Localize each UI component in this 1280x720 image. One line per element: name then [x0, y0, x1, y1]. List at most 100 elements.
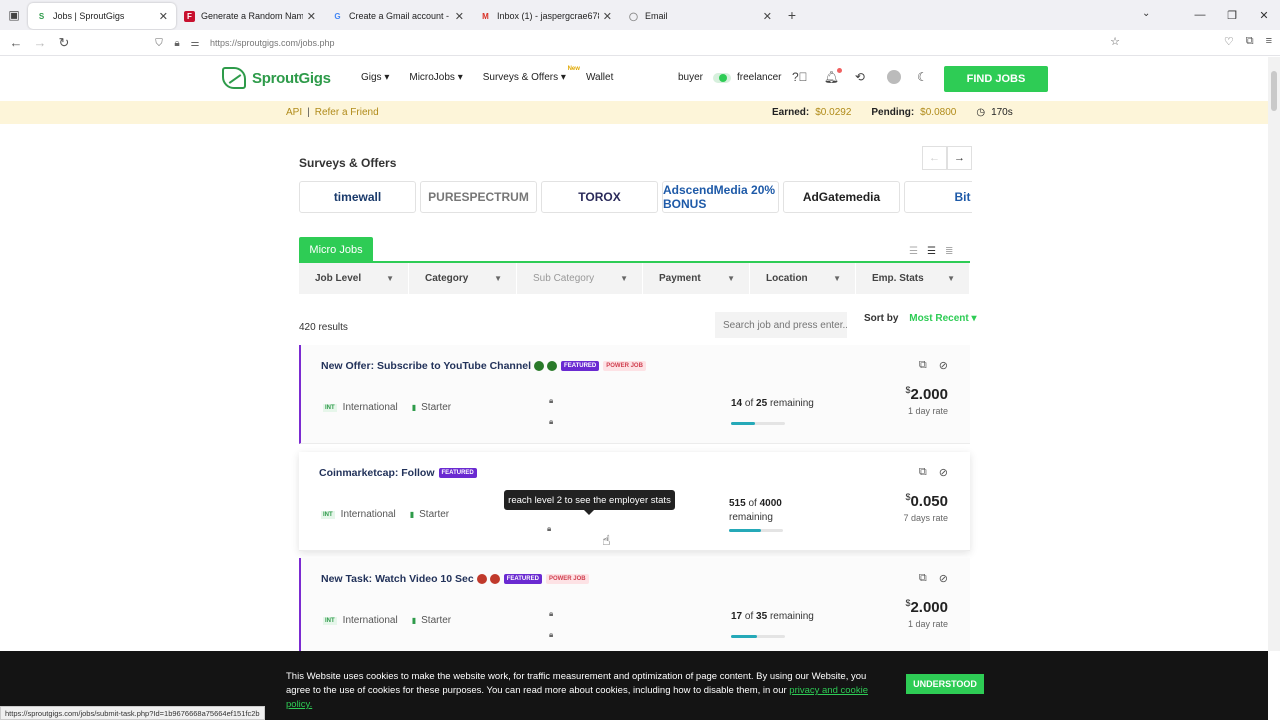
role-toggle[interactable]	[713, 72, 732, 83]
nav-item[interactable]: Wallet	[586, 72, 613, 83]
browser-tab[interactable]: ◯ Email ✕	[620, 3, 780, 29]
location-tag: INT	[321, 510, 335, 519]
open-external-icon[interactable]: ⧉	[919, 359, 927, 372]
results-count: 420 results	[299, 322, 348, 333]
forward-icon[interactable]: →	[28, 35, 52, 50]
progress-bar	[729, 529, 783, 532]
browser-tab[interactable]: F Generate a Random Name - Fa ✕	[176, 3, 324, 29]
role-buyer-label[interactable]: buyer	[678, 72, 703, 83]
sproutgigs-logo[interactable]: SproutGigs	[222, 67, 331, 89]
help-icon[interactable]: ?⃝	[792, 70, 808, 87]
offer-wall-card[interactable]: TOROX	[541, 181, 658, 213]
job-row[interactable]: New Task: Watch Video 10 Sec FEATURED POWE…	[299, 558, 970, 657]
filter-label: Sub Category	[533, 273, 595, 284]
carousel-next-icon[interactable]: →	[947, 146, 972, 170]
of-text: of	[744, 611, 754, 622]
history-icon[interactable]: ⟲	[855, 70, 865, 87]
offers-carousel-arrows: ← →	[922, 146, 972, 170]
restore-icon[interactable]: ❐	[1216, 9, 1248, 22]
filter-dropdown[interactable]: Category ▼	[409, 263, 517, 294]
compact-view-icon[interactable]: ☰	[909, 246, 918, 257]
browser-tab[interactable]: G Create a Gmail account - Gma ✕	[324, 3, 472, 29]
permissions-icon[interactable]: ⚌	[186, 38, 204, 49]
pocket-icon[interactable]: ♡	[1224, 35, 1234, 48]
address-bar[interactable]: ⛉ 🔒︎ ⚌ https://sproutgigs.com/jobs.php	[150, 33, 1130, 53]
cookie-text: This Website uses cookies to make the we…	[286, 670, 886, 712]
sort-label: Sort by	[864, 313, 899, 324]
tab-overview-icon[interactable]: ▣	[0, 0, 28, 30]
back-icon[interactable]: ←	[4, 35, 28, 50]
featured-badge: FEATURED	[561, 361, 600, 371]
offer-wall-card[interactable]: Bit	[904, 181, 972, 213]
browser-tab[interactable]: S Jobs | SproutGigs ✕	[28, 3, 176, 29]
micro-jobs-tab[interactable]: Micro Jobs	[299, 237, 373, 262]
reload-icon[interactable]: ↻	[52, 35, 76, 51]
list-view-icon[interactable]: ☰	[927, 246, 936, 257]
progress-fill	[729, 529, 762, 532]
filter-dropdown[interactable]: Location ▼	[750, 263, 856, 294]
shield-icon[interactable]: ⛉	[150, 38, 168, 49]
filter-label: Category	[425, 273, 469, 284]
offer-wall-card[interactable]: timewall	[299, 181, 416, 213]
browser-tab[interactable]: M Inbox (1) - jaspergcrae67899@ ✕	[472, 3, 620, 29]
new-tab-button[interactable]: +	[780, 7, 804, 23]
api-link[interactable]: API	[286, 107, 302, 118]
job-title[interactable]: New Offer: Subscribe to YouTube Channel F…	[321, 360, 646, 372]
close-window-icon[interactable]: ✕	[1248, 9, 1280, 22]
nav-item[interactable]: Gigs ▾	[361, 72, 389, 83]
refer-link[interactable]: Refer a Friend	[315, 107, 379, 118]
job-title-text[interactable]: New Offer: Subscribe to YouTube Channel	[321, 360, 531, 372]
filter-dropdown[interactable]: Emp. Stats ▼	[856, 263, 970, 294]
job-title-text[interactable]: New Task: Watch Video 10 Sec	[321, 573, 474, 585]
offer-wall-card[interactable]: AdGatemedia	[783, 181, 900, 213]
caret-down-icon: ▼	[494, 274, 502, 283]
tab-close-icon[interactable]: ✕	[159, 10, 168, 23]
tab-close-icon[interactable]: ✕	[603, 10, 612, 23]
job-row[interactable]: New Offer: Subscribe to YouTube Channel F…	[299, 345, 970, 444]
hide-eye-icon[interactable]: ⊘	[939, 466, 948, 479]
open-external-icon[interactable]: ⧉	[919, 466, 927, 479]
hide-eye-icon[interactable]: ⊘	[939, 572, 948, 585]
tab-list-chevron-icon[interactable]: ⌄	[1142, 8, 1150, 19]
bookmark-star-icon[interactable]: ☆	[1110, 35, 1120, 48]
understood-button[interactable]: UNDERSTOOD	[906, 674, 984, 694]
job-title-text[interactable]: Coinmarketcap: Follow	[319, 467, 435, 479]
find-jobs-button[interactable]: FIND JOBS	[944, 66, 1048, 92]
tab-favicon-icon: G	[334, 11, 341, 21]
notification-bell-icon[interactable]: 🔔︎	[824, 68, 843, 87]
minimize-icon[interactable]: —	[1184, 9, 1216, 21]
extensions-icon[interactable]: ⧉	[1246, 35, 1254, 48]
tab-close-icon[interactable]: ✕	[307, 10, 316, 23]
filter-dropdown[interactable]: Sub Category ▼	[517, 263, 643, 294]
dense-view-icon[interactable]: ≣	[945, 246, 953, 257]
tab-close-icon[interactable]: ✕	[455, 10, 464, 23]
hide-eye-icon[interactable]: ⊘	[939, 359, 948, 372]
employer-stats-locked[interactable]: 🔒︎ 🔒︎	[549, 390, 553, 432]
lock-icon[interactable]: 🔒︎	[168, 38, 186, 49]
job-search-input[interactable]	[715, 312, 847, 338]
offer-wall-card[interactable]: AdscendMedia 20% BONUS	[662, 181, 779, 213]
offer-wall-card[interactable]: PURESPECTRUM	[420, 181, 537, 213]
open-external-icon[interactable]: ⧉	[919, 572, 927, 585]
avatar[interactable]	[886, 70, 901, 87]
menu-icon[interactable]: ≡	[1266, 35, 1272, 48]
page-scrollbar[interactable]	[1268, 57, 1280, 651]
price-value: 2.000	[910, 599, 948, 616]
filter-label: Location	[766, 273, 808, 284]
job-title[interactable]: New Task: Watch Video 10 Sec FEATURED POWE…	[321, 573, 589, 585]
role-freelancer-label[interactable]: freelancer	[737, 72, 781, 83]
sort-dropdown[interactable]: Most Recent ▾	[909, 313, 976, 324]
dark-mode-moon-icon[interactable]: ☾	[917, 70, 928, 87]
nav-item[interactable]: MicroJobs ▾	[409, 72, 462, 83]
lock-icon: 🔒︎	[549, 417, 554, 426]
filter-dropdown[interactable]: Job Level ▼	[299, 263, 409, 294]
carousel-prev-icon[interactable]: ←	[922, 146, 947, 170]
nav-item[interactable]: Surveys & Offers ▾ New	[483, 66, 580, 83]
lock-icon: 🔒︎	[547, 524, 552, 533]
tab-close-icon[interactable]: ✕	[763, 10, 772, 23]
employer-stats-locked[interactable]: 🔒︎ 🔒︎	[549, 603, 553, 645]
job-title[interactable]: Coinmarketcap: Follow FEATURED	[319, 467, 477, 479]
filter-dropdown[interactable]: Payment ▼	[643, 263, 750, 294]
url-text[interactable]: https://sproutgigs.com/jobs.php	[210, 38, 335, 48]
logo-text: SproutGigs	[252, 69, 331, 87]
